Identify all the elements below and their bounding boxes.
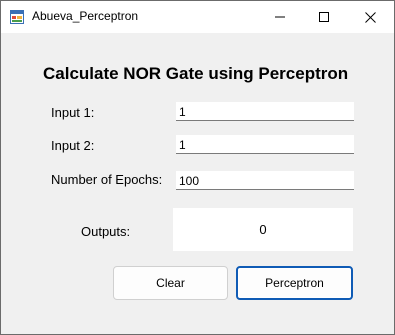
close-button[interactable] (349, 1, 391, 33)
outputs-value: 0 (259, 222, 267, 237)
input1-label: Input 1: (51, 105, 95, 120)
input2-label: Input 2: (51, 138, 95, 153)
perceptron-button[interactable]: Perceptron (236, 266, 353, 300)
perceptron-button-label: Perceptron (265, 276, 324, 290)
maximize-button[interactable] (303, 1, 345, 33)
app-icon (10, 10, 24, 24)
outputs-label: Outputs: (81, 224, 131, 239)
minimize-icon (275, 16, 285, 18)
form-heading: Calculate NOR Gate using Perceptron (43, 64, 349, 83)
maximize-icon (319, 12, 329, 22)
window-title: Abueva_Perceptron (32, 9, 139, 23)
close-icon (364, 11, 376, 23)
input1-field[interactable] (176, 102, 354, 121)
clear-button[interactable]: Clear (113, 266, 228, 300)
clear-button-label: Clear (156, 276, 185, 290)
epochs-field[interactable] (176, 171, 354, 190)
epochs-label: Number of Epochs: (51, 172, 163, 187)
title-bar[interactable]: Abueva_Perceptron (1, 1, 394, 33)
input2-field[interactable] (176, 135, 354, 154)
minimize-button[interactable] (259, 1, 301, 33)
outputs-display: 0 (173, 208, 353, 251)
app-window: Abueva_Perceptron Calculate NOR Gate usi… (0, 0, 395, 335)
